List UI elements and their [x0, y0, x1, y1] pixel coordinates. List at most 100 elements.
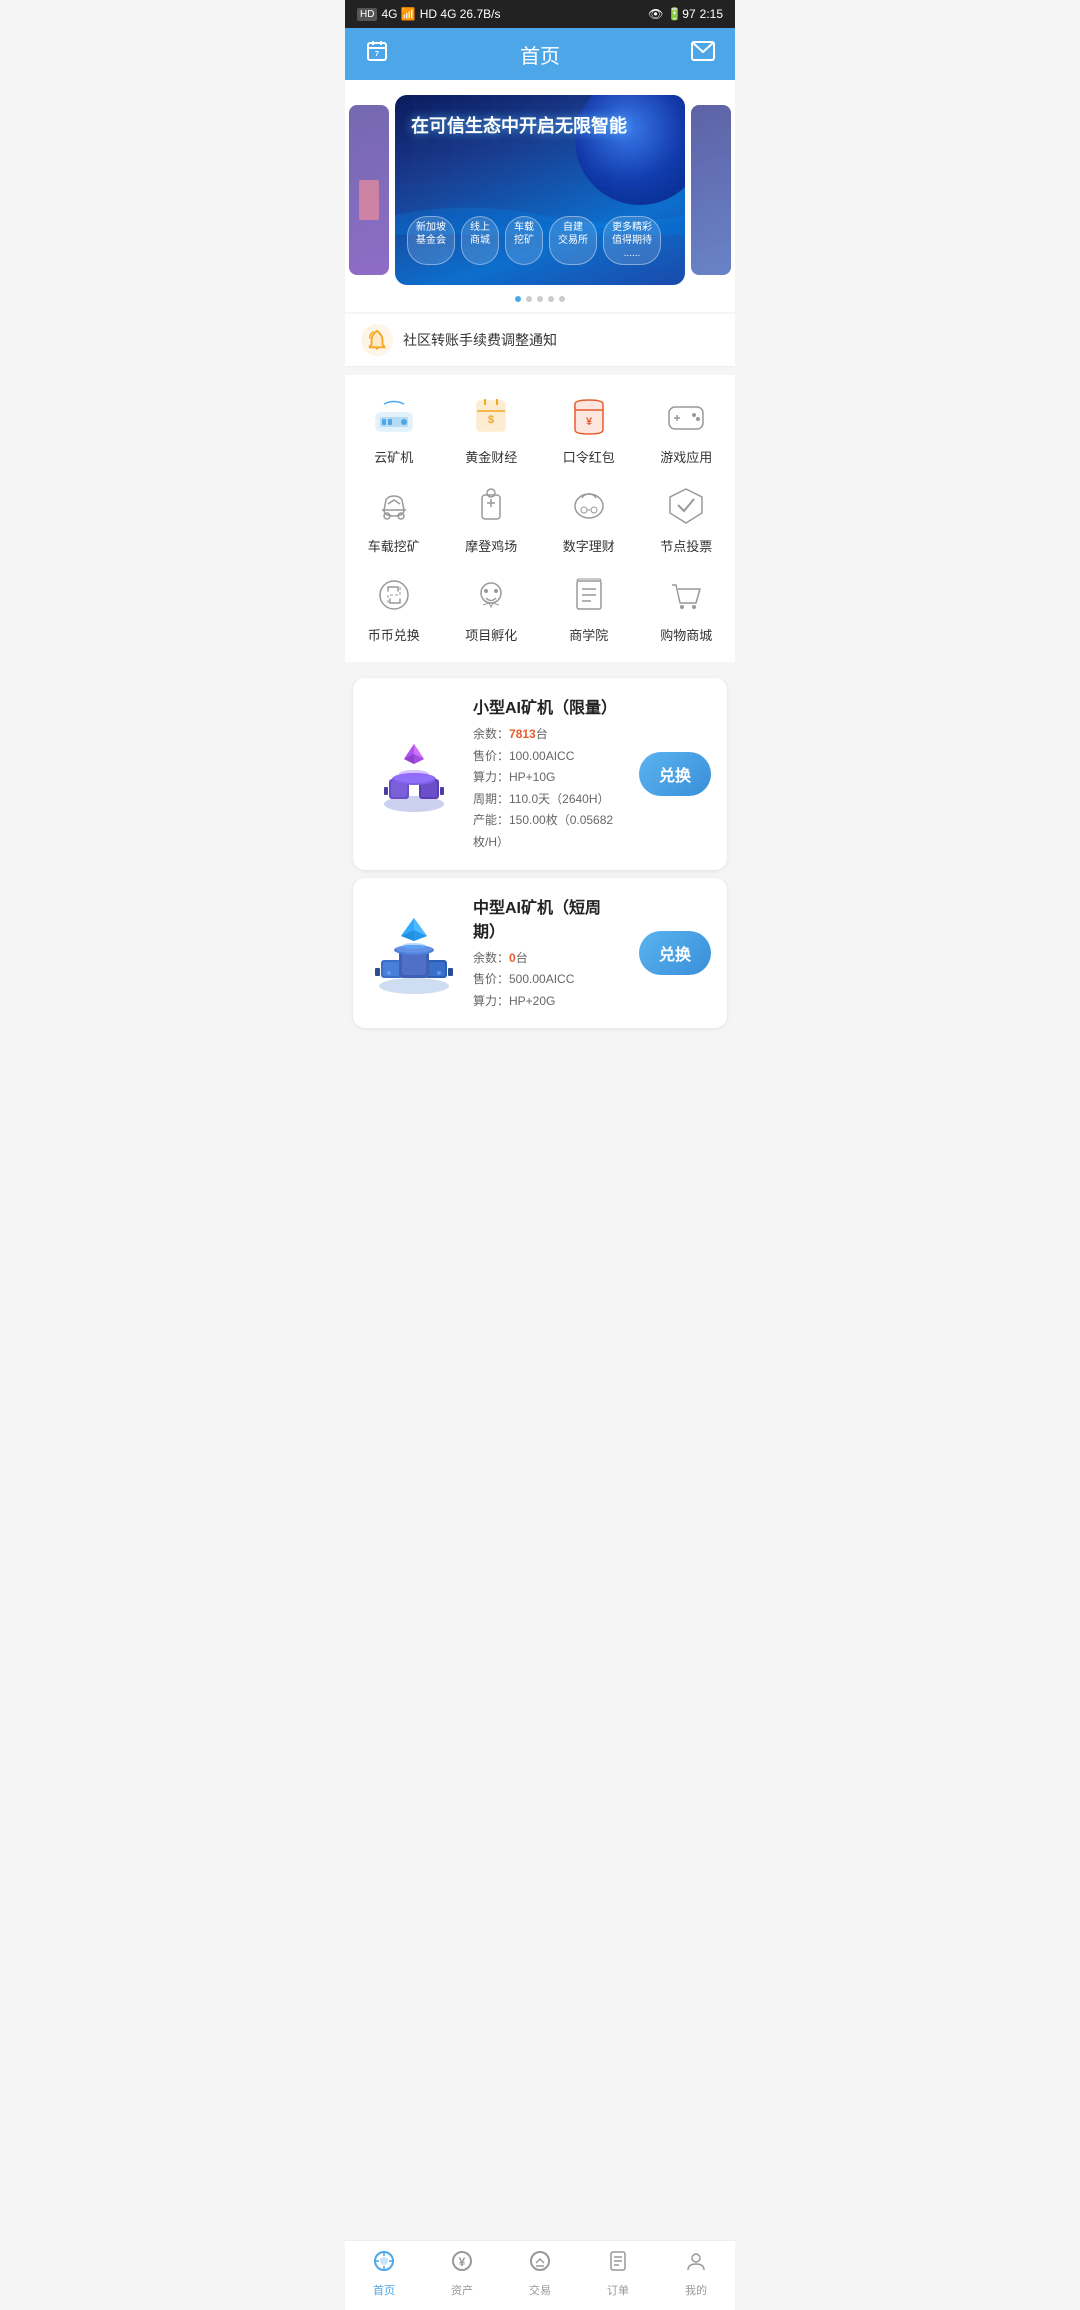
product-card-medium-miner: 中型AI矿机（短周期） 余数：0台 售价：500.00AICC 算力：HP+20… [353, 878, 727, 1029]
chicken-farm-label: 摩登鸡场 [465, 536, 517, 555]
dot-3[interactable] [537, 296, 543, 302]
medium-miner-price: 售价：500.00AICC [473, 969, 625, 991]
menu-grid: 云矿机 $ 黄金财经 ¥ 口令红包 [345, 375, 735, 662]
red-packet-icon: ¥ [565, 393, 613, 441]
currency-exchange-label: 币币兑换 [368, 625, 420, 644]
menu-row-3: 币币兑换 项目孵化 [345, 563, 735, 652]
nav-item-home[interactable]: 首页 [372, 2249, 396, 2298]
notice-bar[interactable]: 社区转账手续费调整通知 [345, 314, 735, 367]
menu-item-shopping[interactable]: 购物商城 [646, 571, 726, 644]
nav-item-orders[interactable]: 订单 [606, 2249, 630, 2298]
currency-exchange-icon [370, 571, 418, 619]
small-miner-period: 周期：110.0天（2640H） [473, 789, 625, 811]
menu-item-digital-finance[interactable]: 数字理财 [549, 482, 629, 555]
games-label: 游戏应用 [660, 447, 712, 466]
business-school-label: 商学院 [569, 625, 608, 644]
nav-item-assets[interactable]: ¥ 资产 [450, 2249, 474, 2298]
svg-text:¥: ¥ [586, 416, 593, 428]
banner-btn-mine[interactable]: 车载挖矿 [505, 216, 543, 265]
games-icon [662, 393, 710, 441]
eye-icon: 👁 [648, 7, 663, 21]
home-nav-icon [372, 2249, 396, 2279]
shopping-label: 购物商城 [660, 625, 712, 644]
medium-miner-action: 兑换 [639, 931, 711, 975]
orders-nav-icon [606, 2249, 630, 2279]
node-vote-icon [662, 482, 710, 530]
trade-nav-icon [528, 2249, 552, 2279]
notice-icon [361, 324, 393, 356]
dot-5[interactable] [559, 296, 565, 302]
chicken-farm-icon [467, 482, 515, 530]
menu-item-currency-exchange[interactable]: 币币兑换 [354, 571, 434, 644]
small-miner-title: 小型AI矿机（限量） [473, 694, 625, 718]
menu-item-incubator[interactable]: 项目孵化 [451, 571, 531, 644]
time-display: 2:15 [700, 7, 723, 21]
medium-miner-remaining: 余数：0台 [473, 948, 625, 970]
medium-miner-image [369, 908, 459, 998]
menu-item-cloud-miner[interactable]: 云矿机 [354, 393, 434, 466]
digital-finance-label: 数字理财 [563, 536, 615, 555]
small-miner-action: 兑换 [639, 752, 711, 796]
banner-btn-more[interactable]: 更多精彩值得期待...... [603, 216, 661, 265]
assets-nav-label: 资产 [451, 2282, 473, 2298]
menu-item-games[interactable]: 游戏应用 [646, 393, 726, 466]
business-school-icon [565, 571, 613, 619]
banner-dots [345, 296, 735, 302]
car-mine-label: 车载挖矿 [368, 536, 420, 555]
menu-item-car-mine[interactable]: 车载挖矿 [354, 482, 434, 555]
trade-nav-label: 交易 [529, 2282, 551, 2298]
profile-nav-icon [684, 2249, 708, 2279]
menu-item-gold-finance[interactable]: $ 黄金财经 [451, 393, 531, 466]
small-miner-output: 产能：150.00枚（0.05682枚/H） [473, 810, 625, 853]
profile-nav-label: 我的 [685, 2282, 707, 2298]
red-packet-label: 口令红包 [563, 447, 615, 466]
medium-miner-hashrate: 算力：HP+20G [473, 991, 625, 1013]
shopping-icon [662, 571, 710, 619]
banner-side-left [349, 105, 389, 275]
menu-item-node-vote[interactable]: 节点投票 [646, 482, 726, 555]
menu-item-business-school[interactable]: 商学院 [549, 571, 629, 644]
dot-4[interactable] [548, 296, 554, 302]
notice-text: 社区转账手续费调整通知 [403, 330, 557, 350]
nav-item-trade[interactable]: 交易 [528, 2249, 552, 2298]
home-nav-label: 首页 [373, 2282, 395, 2298]
small-miner-remaining: 余数：7813台 [473, 724, 625, 746]
calendar-icon[interactable]: 7 [361, 39, 393, 69]
banner-main[interactable]: 在可信生态中开启无限智能 新加坡基金会 线上商城 车载挖矿 自建交易所 更多精彩… [395, 95, 685, 285]
cloud-miner-icon [370, 393, 418, 441]
medium-miner-info: 中型AI矿机（短周期） 余数：0台 售价：500.00AICC 算力：HP+20… [473, 894, 625, 1013]
hd-badge: HD [357, 8, 377, 21]
svg-text:$: $ [488, 414, 494, 426]
incubator-label: 项目孵化 [465, 625, 517, 644]
banner-side-right [691, 105, 731, 275]
digital-finance-icon [565, 482, 613, 530]
mail-icon[interactable] [687, 41, 719, 67]
banner-btn-exchange[interactable]: 自建交易所 [549, 216, 597, 265]
product-card-small-miner: 小型AI矿机（限量） 余数：7813台 售价：100.00AICC 算力：HP+… [353, 678, 727, 870]
incubator-icon [467, 571, 515, 619]
dot-2[interactable] [526, 296, 532, 302]
banner-section: 在可信生态中开启无限智能 新加坡基金会 线上商城 车载挖矿 自建交易所 更多精彩… [345, 80, 735, 312]
medium-miner-redeem-button[interactable]: 兑换 [639, 931, 711, 975]
svg-text:7: 7 [375, 51, 379, 58]
medium-miner-title: 中型AI矿机（短周期） [473, 894, 625, 942]
banner-scroll[interactable]: 在可信生态中开启无限智能 新加坡基金会 线上商城 车载挖矿 自建交易所 更多精彩… [345, 90, 735, 290]
small-miner-image [369, 729, 459, 819]
status-bar: HD 4G 📶 HD 4G 26.7B/s 👁 🔋97 2:15 [345, 0, 735, 28]
banner-btn-shop[interactable]: 线上商城 [461, 216, 499, 265]
svg-text:¥: ¥ [459, 2255, 466, 2269]
cloud-miner-label: 云矿机 [374, 447, 413, 466]
banner-btn-singapore[interactable]: 新加坡基金会 [407, 216, 455, 265]
nav-item-profile[interactable]: 我的 [684, 2249, 708, 2298]
small-miner-hashrate: 算力：HP+10G [473, 767, 625, 789]
gold-finance-icon: $ [467, 393, 515, 441]
banner-buttons: 新加坡基金会 线上商城 车载挖矿 自建交易所 更多精彩值得期待...... [407, 216, 673, 265]
orders-nav-label: 订单 [607, 2282, 629, 2298]
small-miner-redeem-button[interactable]: 兑换 [639, 752, 711, 796]
menu-item-red-packet[interactable]: ¥ 口令红包 [549, 393, 629, 466]
node-vote-label: 节点投票 [660, 536, 712, 555]
menu-item-chicken-farm[interactable]: 摩登鸡场 [451, 482, 531, 555]
dot-1[interactable] [515, 296, 521, 302]
bottom-nav: 首页 ¥ 资产 交易 订单 [345, 2240, 735, 2310]
small-miner-info: 小型AI矿机（限量） 余数：7813台 售价：100.00AICC 算力：HP+… [473, 694, 625, 854]
